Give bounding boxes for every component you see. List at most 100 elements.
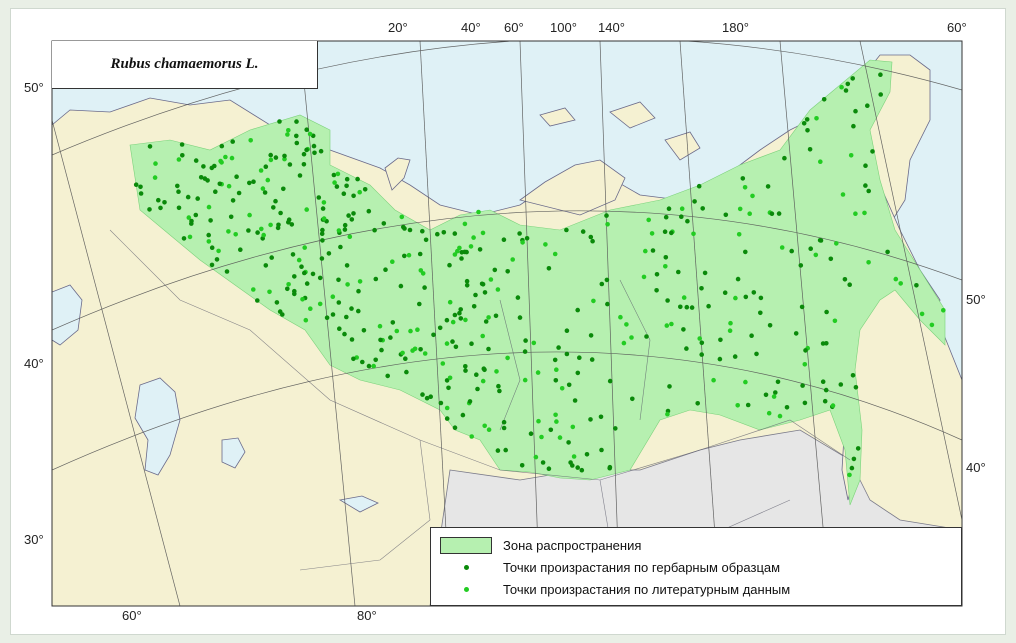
literature-point [750, 193, 755, 199]
herbarium-point [613, 426, 618, 431]
herbarium-point [201, 164, 206, 169]
literature-point [679, 206, 685, 211]
herbarium-point [452, 425, 458, 431]
literature-point [400, 350, 405, 356]
right-label-1: 50° [966, 292, 986, 307]
herbarium-point [175, 183, 180, 189]
literature-point [444, 341, 450, 346]
literature-point [296, 257, 302, 263]
literature-point [919, 311, 925, 317]
herbarium-point [799, 304, 805, 310]
herbarium-point [758, 295, 764, 301]
herbarium-point [349, 337, 355, 342]
literature-point [302, 245, 308, 250]
herbarium-point [147, 207, 152, 212]
herbarium-point [458, 316, 464, 321]
literature-point [247, 212, 252, 218]
literature-point [176, 157, 182, 162]
literature-point [303, 317, 309, 323]
literature-point [260, 186, 266, 191]
herbarium-point [301, 162, 307, 167]
herbarium-point [230, 139, 235, 144]
herbarium-point [334, 184, 340, 189]
herbarium-point [444, 317, 450, 323]
herbarium-point [289, 222, 295, 227]
literature-point [206, 204, 212, 210]
herbarium-point [800, 383, 805, 388]
herbarium-point [464, 278, 470, 284]
herbarium-point [366, 208, 372, 214]
literature-point [251, 287, 256, 292]
herbarium-point [212, 163, 217, 169]
literature-point [307, 131, 313, 137]
herbarium-point [344, 314, 349, 320]
literature-point [649, 231, 655, 236]
herbarium-point [460, 412, 466, 418]
herbarium-point [320, 238, 325, 243]
herbarium-point [493, 313, 499, 319]
herbarium-point [496, 383, 501, 389]
herbarium-point [540, 460, 546, 465]
herbarium-point [706, 303, 711, 309]
herbarium-point [803, 348, 808, 353]
herbarium-point [501, 419, 507, 425]
herbarium-point [699, 352, 704, 357]
herbarium-point [667, 384, 672, 389]
herbarium-point [344, 263, 350, 268]
herbarium-point [147, 144, 153, 149]
herbarium-point [684, 304, 690, 310]
literature-point [665, 411, 670, 417]
literature-point [531, 340, 537, 346]
herbarium-point [805, 128, 810, 133]
herbarium-point [457, 310, 462, 316]
literature-point [777, 413, 783, 419]
herbarium-point [604, 277, 610, 283]
literature-point [898, 281, 903, 286]
herbarium-point [482, 290, 488, 295]
herbarium-point [214, 257, 220, 262]
legend-herbarium-row: Точки произрастания по гербарным образца… [431, 557, 780, 577]
herbarium-point [588, 333, 594, 338]
herbarium-point [269, 255, 275, 260]
herbarium-point [219, 143, 225, 149]
herbarium-point [423, 237, 429, 243]
herbarium-point [723, 212, 729, 218]
herbarium-point [589, 357, 595, 362]
herbarium-point [462, 249, 468, 255]
herbarium-point [665, 298, 670, 303]
herbarium-point [605, 301, 610, 307]
literature-point [847, 472, 852, 478]
herbarium-point [773, 390, 778, 395]
herbarium-point [552, 357, 558, 363]
herbarium-point [519, 463, 525, 468]
herbarium-point [351, 211, 356, 216]
herbarium-point [262, 190, 268, 195]
herbarium-point [304, 281, 310, 286]
herbarium-point [474, 372, 479, 378]
herbarium-point [482, 367, 487, 373]
herbarium-point [263, 263, 269, 268]
herbarium-point [193, 212, 199, 218]
herbarium-point [692, 199, 697, 204]
herbarium-point [689, 305, 695, 310]
herbarium-point [604, 213, 609, 218]
literature-point [520, 240, 525, 245]
herbarium-point [577, 355, 582, 361]
literature-point [226, 229, 231, 234]
literature-point [440, 361, 446, 366]
herbarium-point [349, 306, 354, 311]
herbarium-point [179, 142, 185, 147]
herbarium-point [663, 214, 669, 220]
literature-point [735, 403, 740, 408]
herbarium-point [453, 344, 459, 350]
herbarium-point [209, 245, 215, 250]
herbarium-point [495, 448, 501, 453]
legend: Зона распространения Точки произрастания… [430, 527, 962, 606]
bottom-label-2: 80° [357, 608, 377, 623]
literature-point [832, 318, 838, 324]
herbarium-point [417, 251, 423, 257]
literature-point [468, 244, 474, 249]
herbarium-point [342, 222, 348, 228]
herbarium-point [865, 103, 870, 108]
literature-point [336, 228, 342, 233]
